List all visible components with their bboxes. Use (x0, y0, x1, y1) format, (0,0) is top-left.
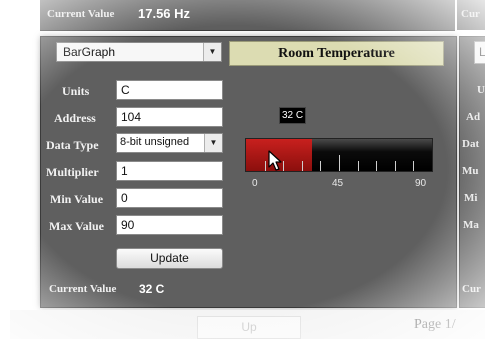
multiplier-label: Multiplier (46, 165, 99, 179)
next-multiplier-label: Mu (462, 165, 479, 177)
widget-type-select[interactable]: BarGraph ▼ (56, 42, 222, 62)
min-value-label: Min Value (50, 192, 104, 206)
mouse-pointer-icon (268, 150, 282, 171)
next-current-value-label: Cur (461, 8, 480, 20)
next-current-value-label: Cur (462, 283, 481, 295)
bar-value-tag: 32 C (279, 107, 307, 124)
bar-tick (395, 161, 396, 171)
min-value-field[interactable]: 0 (116, 188, 223, 208)
bar-tick-label-min: 0 (252, 178, 258, 189)
up-button[interactable]: Up (197, 316, 301, 339)
bar-tick (376, 161, 377, 171)
bar-tick (413, 161, 414, 171)
next-data-type-label: Dat (462, 138, 480, 150)
current-value: 32 C (139, 282, 165, 296)
bar-tick (302, 161, 303, 171)
chevron-down-icon: ▼ (204, 134, 222, 152)
units-field[interactable]: C (116, 80, 223, 100)
bar-tick (358, 161, 359, 171)
previous-current-value: 17.56 Hz (138, 6, 191, 21)
previous-current-value-label: Current Value (47, 8, 115, 20)
data-type-value: 8-bit unsigned (120, 136, 190, 148)
multiplier-field[interactable]: 1 (116, 161, 223, 181)
bar-tick-label-max: 90 (415, 178, 427, 189)
units-label: Units (62, 84, 90, 98)
widget-title: Room Temperature (278, 46, 395, 61)
bar-tick (339, 155, 340, 171)
data-type-select[interactable]: 8-bit unsigned ▼ (116, 133, 223, 153)
address-field[interactable]: 104 (116, 107, 223, 127)
widget-panel (40, 36, 457, 308)
bar-tick-label-mid: 45 (332, 178, 344, 189)
page-indicator: Page 1/ (414, 317, 456, 332)
next-address-label: Ad (466, 111, 481, 123)
widget-type-value: BarGraph (63, 45, 116, 59)
max-value-field[interactable]: 90 (116, 215, 223, 235)
max-value-label: Max Value (49, 219, 105, 233)
widget-title-box: Room Temperature (229, 41, 444, 66)
chevron-down-icon: ▼ (203, 43, 221, 61)
next-min-value-label: Mi (464, 192, 478, 204)
address-label: Address (54, 111, 96, 125)
bar-tick (320, 161, 321, 171)
update-button[interactable]: Update (116, 248, 223, 269)
next-units-label: U (477, 84, 485, 96)
bar-tick (265, 161, 266, 171)
next-max-value-label: Ma (463, 219, 479, 231)
data-type-label: Data Type (46, 138, 99, 152)
current-value-label: Current Value (49, 283, 117, 295)
next-widget-type-select[interactable]: Li (474, 41, 485, 64)
